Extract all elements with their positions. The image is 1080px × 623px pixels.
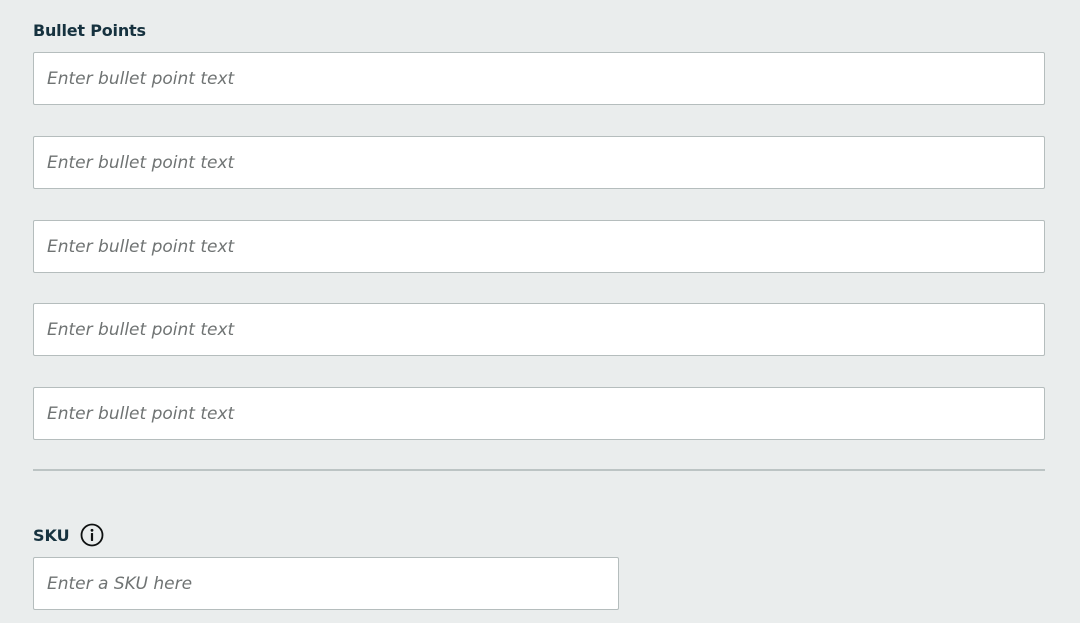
sku-input[interactable] xyxy=(33,557,619,610)
bullet-point-input-3[interactable] xyxy=(33,220,1045,273)
bullet-point-input-2[interactable] xyxy=(33,136,1045,189)
info-icon[interactable] xyxy=(80,523,104,547)
bullet-point-input-5[interactable] xyxy=(33,387,1045,440)
bullet-point-input-1[interactable] xyxy=(33,52,1045,105)
section-divider xyxy=(33,469,1045,471)
product-form: Bullet Points SKU xyxy=(0,0,1080,623)
bullet-points-label: Bullet Points xyxy=(33,21,146,40)
bullet-point-input-4[interactable] xyxy=(33,303,1045,356)
sku-label-row: SKU xyxy=(33,523,104,547)
sku-label: SKU xyxy=(33,525,70,545)
